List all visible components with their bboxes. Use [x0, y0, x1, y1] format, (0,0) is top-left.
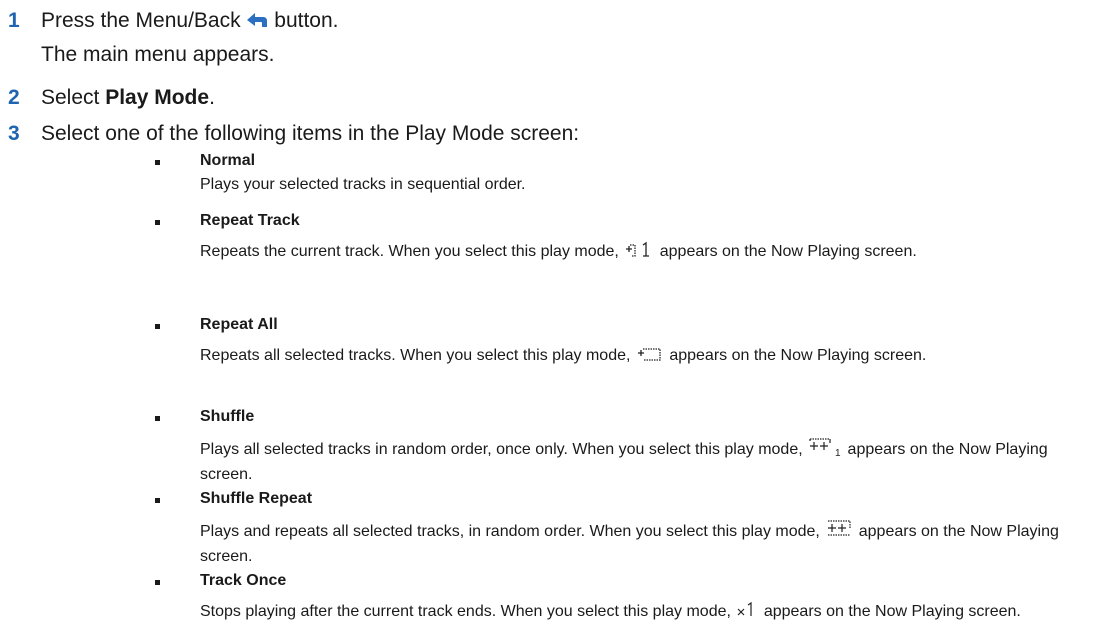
- mode-title: Repeat Track: [200, 212, 300, 229]
- svg-text:1: 1: [835, 448, 841, 457]
- step-text: Select: [41, 86, 106, 109]
- mode-description: Repeats all selected tracks. When you se…: [200, 345, 1090, 370]
- step-text-end: .: [209, 86, 215, 109]
- mode-description: Repeats the current track. When you sele…: [200, 241, 1090, 266]
- mode-track-once: Track Once Stops playing after the curre…: [155, 571, 1021, 620]
- mode-normal: Normal Plays your selected tracks in seq…: [155, 151, 526, 193]
- repeat-one-icon: [624, 241, 654, 266]
- step-1-result: The main menu appears.: [41, 43, 275, 66]
- mode-shuffle: Shuffle Plays all selected tracks in ran…: [155, 407, 1048, 483]
- mode-title: Track Once: [200, 572, 287, 589]
- step-text: Press the Menu/Back: [41, 9, 247, 32]
- shuffle-repeat-icon: [825, 519, 853, 546]
- mode-description: Stops playing after the current track en…: [200, 601, 1090, 626]
- mode-description: Plays all selected tracks in random orde…: [200, 437, 1090, 486]
- mode-title: Normal: [200, 152, 256, 169]
- mode-description: Plays your selected tracks in sequential…: [200, 176, 526, 193]
- back-arrow-icon: [246, 10, 268, 36]
- bullet: [155, 498, 160, 503]
- bullet: [155, 416, 160, 421]
- step-number: 1: [8, 9, 20, 32]
- shuffle-once-icon: 1: [808, 437, 842, 464]
- mode-description: Plays and repeats all selected tracks, i…: [200, 519, 1090, 568]
- step-text-end: button.: [268, 9, 339, 32]
- bullet: [155, 324, 160, 329]
- bullet: [155, 220, 160, 225]
- mode-repeat-track: Repeat Track Repeats the current track. …: [155, 211, 917, 260]
- mode-title: Shuffle: [200, 408, 255, 425]
- play-mode-label: Play Mode: [105, 86, 210, 109]
- bullet: [155, 580, 160, 585]
- bullet: [155, 160, 160, 165]
- step-text: Select one of the following items in the…: [41, 122, 580, 145]
- repeat-all-icon: [636, 345, 664, 370]
- mode-title: Shuffle Repeat: [200, 490, 313, 507]
- mode-shuffle-repeat: Shuffle Repeat Plays and repeats all sel…: [155, 489, 1059, 565]
- track-once-icon: [736, 601, 758, 626]
- step-number: 3: [8, 122, 20, 145]
- mode-title: Repeat All: [200, 316, 278, 333]
- mode-repeat-all: Repeat All Repeats all selected tracks. …: [155, 315, 926, 364]
- step-number: 2: [8, 86, 20, 109]
